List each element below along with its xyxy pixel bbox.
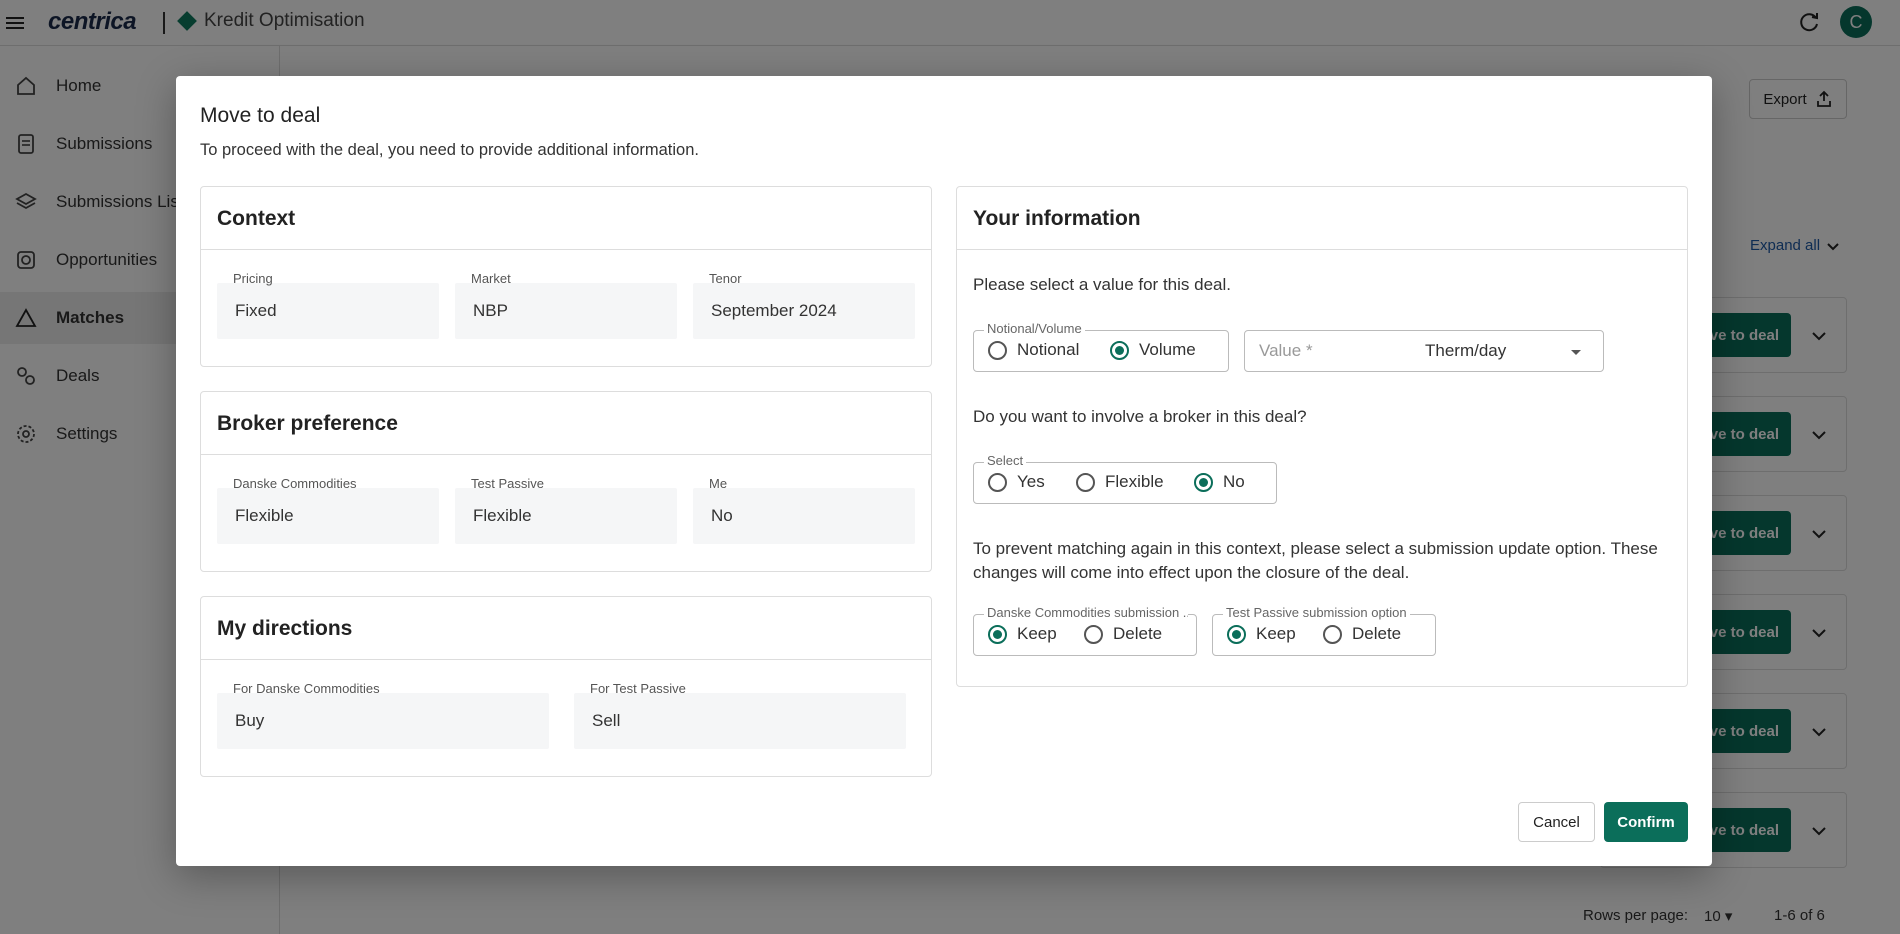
dropdown-arrow-icon[interactable]	[1569, 345, 1583, 359]
broker-flexible-radio[interactable]: Flexible	[1076, 472, 1164, 492]
radio-label: Keep	[1017, 624, 1057, 643]
radio-label: Flexible	[1105, 472, 1164, 491]
context-panel: Context Pricing Fixed Market NBP Tenor S…	[200, 186, 932, 367]
field-label: For Test Passive	[590, 681, 686, 696]
dialog-subtitle: To proceed with the deal, you need to pr…	[200, 141, 699, 159]
field-value: Buy	[235, 711, 265, 730]
value-input[interactable]: Value *	[1259, 341, 1313, 361]
field-value: Flexible	[473, 506, 532, 525]
radio-circle-checked	[1227, 624, 1246, 644]
field-label: Market	[471, 271, 511, 286]
notional-volume-group: Notional/Volume Notional Volume	[973, 321, 1229, 372]
danske-submission-group: Danske Commodities submission ... Keep D…	[973, 605, 1197, 656]
group-legend: Notional/Volume	[984, 321, 1085, 336]
divider	[957, 249, 1687, 250]
broker-preference-panel: Broker preference Danske Commodities Fle…	[200, 391, 932, 572]
field-label: Danske Commodities	[233, 476, 357, 491]
value-input-group: Value * Therm/day	[1244, 330, 1604, 372]
radio-label: Notional	[1017, 340, 1080, 359]
my-directions-panel: My directions For Danske Commodities Buy…	[200, 596, 932, 777]
value-prompt: Please select a value for this deal.	[973, 275, 1231, 294]
radio-circle	[988, 340, 1007, 360]
broker-prompt: Do you want to involve a broker in this …	[973, 407, 1307, 426]
panel-title: Broker preference	[217, 412, 398, 435]
danske-direction-field: For Danske Commodities Buy	[217, 681, 549, 749]
radio-circle	[1084, 624, 1103, 644]
danske-broker-field: Danske Commodities Flexible	[217, 476, 439, 544]
panel-title: My directions	[217, 617, 353, 640]
field-label: Me	[709, 476, 728, 491]
field-value: No	[711, 506, 733, 525]
your-information-panel: Your information Please select a value f…	[956, 186, 1688, 687]
group-legend: Select	[984, 453, 1027, 468]
field-value: Fixed	[235, 301, 277, 320]
panel-title: Your information	[973, 207, 1141, 230]
group-legend: Test Passive submission option	[1223, 605, 1410, 620]
unit-select[interactable]: Therm/day	[1425, 341, 1506, 361]
radio-circle	[988, 472, 1007, 492]
dialog-title: Move to deal	[200, 104, 321, 127]
divider	[201, 659, 931, 660]
move-to-deal-dialog: Move to deal To proceed with the deal, y…	[176, 76, 1712, 866]
field-label: Test Passive	[471, 476, 544, 491]
passive-keep-radio[interactable]: Keep	[1227, 624, 1296, 644]
tenor-field: Tenor September 2024	[693, 271, 915, 339]
test-passive-direction-field: For Test Passive Sell	[574, 681, 906, 749]
cancel-button[interactable]: Cancel	[1518, 802, 1595, 842]
update-prompt: To prevent matching again in this contex…	[973, 539, 1658, 582]
divider	[201, 249, 931, 250]
passive-delete-radio[interactable]: Delete	[1323, 624, 1401, 644]
field-label: For Danske Commodities	[233, 681, 380, 696]
radio-label: Volume	[1139, 340, 1196, 359]
danske-delete-radio[interactable]: Delete	[1084, 624, 1162, 644]
broker-no-radio[interactable]: No	[1194, 472, 1245, 492]
radio-circle-checked	[1110, 340, 1129, 360]
field-value: NBP	[473, 301, 508, 320]
market-field: Market NBP	[455, 271, 677, 339]
test-passive-submission-group: Test Passive submission option Keep Dele…	[1212, 605, 1436, 656]
radio-label: Keep	[1256, 624, 1296, 643]
divider	[201, 454, 931, 455]
radio-circle-checked	[988, 624, 1007, 644]
field-value: September 2024	[711, 301, 837, 320]
radio-circle	[1076, 472, 1095, 492]
panel-title: Context	[217, 207, 296, 230]
radio-label: Delete	[1113, 624, 1163, 643]
field-value: Flexible	[235, 506, 294, 525]
test-passive-broker-field: Test Passive Flexible	[455, 476, 677, 544]
radio-circle	[1323, 624, 1342, 644]
radio-label: Yes	[1017, 472, 1045, 491]
pricing-field: Pricing Fixed	[217, 271, 439, 339]
volume-radio[interactable]: Volume	[1110, 340, 1196, 360]
radio-label: Delete	[1352, 624, 1402, 643]
field-label: Tenor	[709, 271, 742, 286]
me-broker-field: Me No	[693, 476, 915, 544]
confirm-button[interactable]: Confirm	[1604, 802, 1688, 842]
radio-circle-checked	[1194, 472, 1213, 492]
field-label: Pricing	[233, 271, 273, 286]
group-legend: Danske Commodities submission ...	[984, 605, 1188, 620]
danske-keep-radio[interactable]: Keep	[988, 624, 1057, 644]
broker-select-group: Select Yes Flexible No	[973, 453, 1277, 504]
broker-yes-radio[interactable]: Yes	[988, 472, 1045, 492]
notional-radio[interactable]: Notional	[988, 340, 1079, 360]
radio-label: No	[1223, 472, 1245, 491]
field-value: Sell	[592, 711, 621, 730]
